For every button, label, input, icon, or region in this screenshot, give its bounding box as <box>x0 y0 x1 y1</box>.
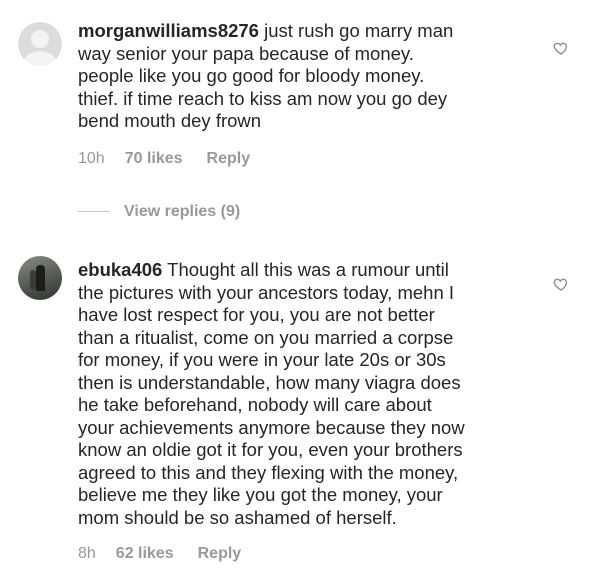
view-replies-label[interactable]: View replies (9) <box>124 203 240 220</box>
default-avatar-icon[interactable] <box>18 22 62 66</box>
heart-icon[interactable] <box>553 40 569 56</box>
comment-1-time: 10h <box>78 150 105 167</box>
comment-2-meta: 8h 62 likes Reply <box>78 545 241 563</box>
comment-2-username[interactable]: ebuka406 <box>78 259 162 280</box>
comment-1-text: morganwilliams8276 just rush go marry ma… <box>78 20 508 133</box>
view-replies-button[interactable]: View replies (9) <box>78 203 240 221</box>
user-photo-avatar[interactable] <box>18 256 62 300</box>
comment-2-body: Thought all this was a rumour until the … <box>78 259 465 528</box>
comment-1-reply-button[interactable]: Reply <box>207 150 251 168</box>
replies-divider <box>78 211 110 213</box>
comment-2-likes[interactable]: 62 likes <box>116 545 174 563</box>
comment-1-meta: 10h 70 likes Reply <box>78 150 250 168</box>
comment-2-time: 8h <box>78 545 96 562</box>
comment-1-username[interactable]: morganwilliams8276 <box>78 20 259 41</box>
comment-1-likes[interactable]: 70 likes <box>125 150 183 168</box>
heart-icon[interactable] <box>553 276 569 292</box>
comment-2-text: ebuka406 Thought all this was a rumour u… <box>78 259 508 529</box>
comment-2-reply-button[interactable]: Reply <box>198 545 242 563</box>
